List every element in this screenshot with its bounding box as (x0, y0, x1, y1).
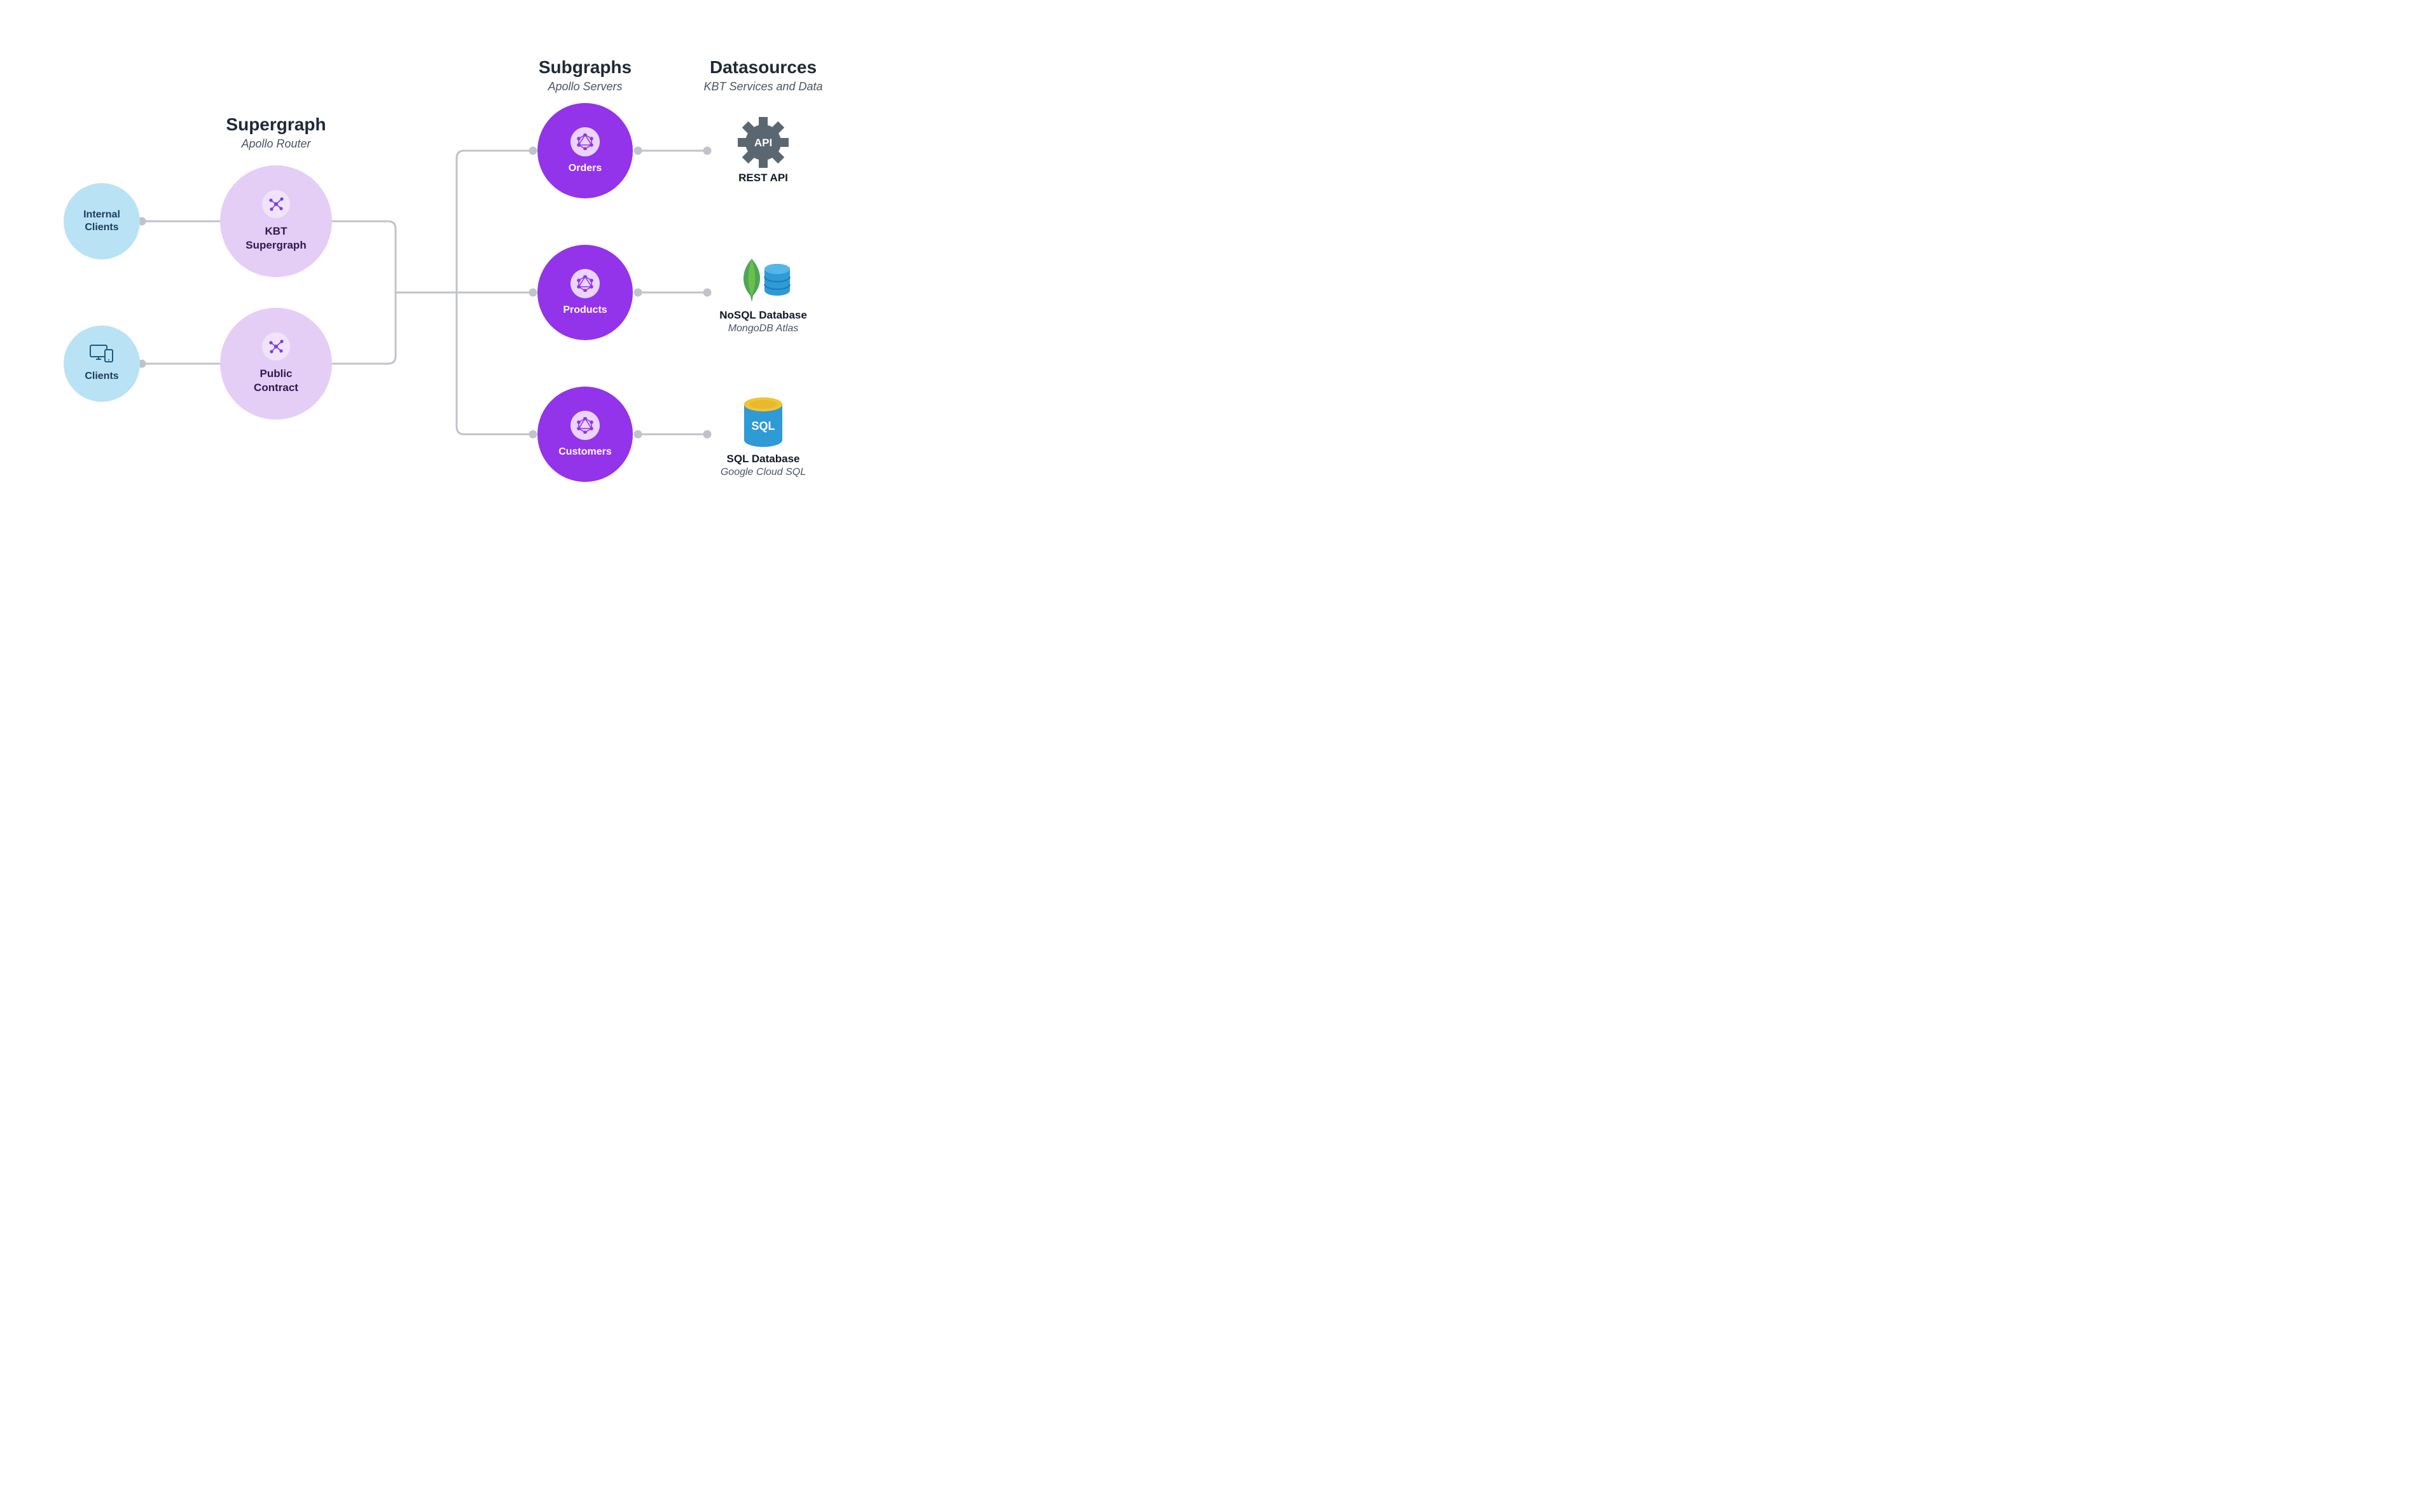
column-subtitle: KBT Services and Data (687, 80, 840, 93)
column-subtitle: Apollo Router (212, 137, 340, 151)
datasource-title: NoSQL Database (700, 309, 827, 322)
datasource-title: SQL Database (700, 453, 827, 465)
graphql-icon (570, 127, 600, 156)
column-title: Supergraph (212, 114, 340, 135)
node-label: Orders (569, 163, 602, 174)
node-customers: Customers (537, 387, 633, 482)
node-internal-clients: Internal Clients (64, 183, 140, 259)
datasource-subtitle: MongoDB Atlas (700, 323, 827, 334)
datasource-subtitle: Google Cloud SQL (700, 467, 827, 478)
node-label: Products (563, 305, 607, 316)
node-products: Products (537, 245, 633, 340)
node-label: KBT Supergraph (245, 224, 306, 252)
devices-icon (90, 345, 114, 366)
node-public-contract: Public Contract (220, 308, 332, 420)
column-header-supergraph: Supergraph Apollo Router (212, 114, 340, 151)
datasource-rest: API REST API (700, 117, 827, 184)
column-title: Datasources (687, 57, 840, 78)
svg-text:API: API (754, 137, 772, 149)
graph-icon (262, 190, 290, 218)
gear-api-icon: API (700, 117, 827, 168)
node-orders: Orders (537, 103, 633, 198)
graphql-icon (570, 269, 600, 298)
datasource-nosql: NoSQL Database MongoDB Atlas (700, 254, 827, 334)
diagram-canvas: Supergraph Apollo Router Subgraphs Apoll… (0, 0, 941, 590)
column-subtitle: Apollo Servers (522, 80, 649, 93)
sql-database-icon: SQL (700, 398, 827, 449)
node-label: Internal Clients (83, 209, 120, 234)
column-header-subgraphs: Subgraphs Apollo Servers (522, 57, 649, 93)
node-label: Customers (558, 446, 612, 458)
node-clients: Clients (64, 326, 140, 402)
mongodb-icon (700, 254, 827, 305)
node-label: Public Contract (254, 367, 298, 395)
svg-text:SQL: SQL (751, 420, 775, 432)
datasource-title: REST API (700, 172, 827, 184)
datasource-sql: SQL SQL Database Google Cloud SQL (700, 398, 827, 478)
node-label: Clients (85, 370, 118, 383)
graphql-icon (570, 411, 600, 440)
column-header-datasources: Datasources KBT Services and Data (687, 57, 840, 93)
node-kbt-supergraph: KBT Supergraph (220, 165, 332, 277)
column-title: Subgraphs (522, 57, 649, 78)
graph-icon (262, 333, 290, 361)
